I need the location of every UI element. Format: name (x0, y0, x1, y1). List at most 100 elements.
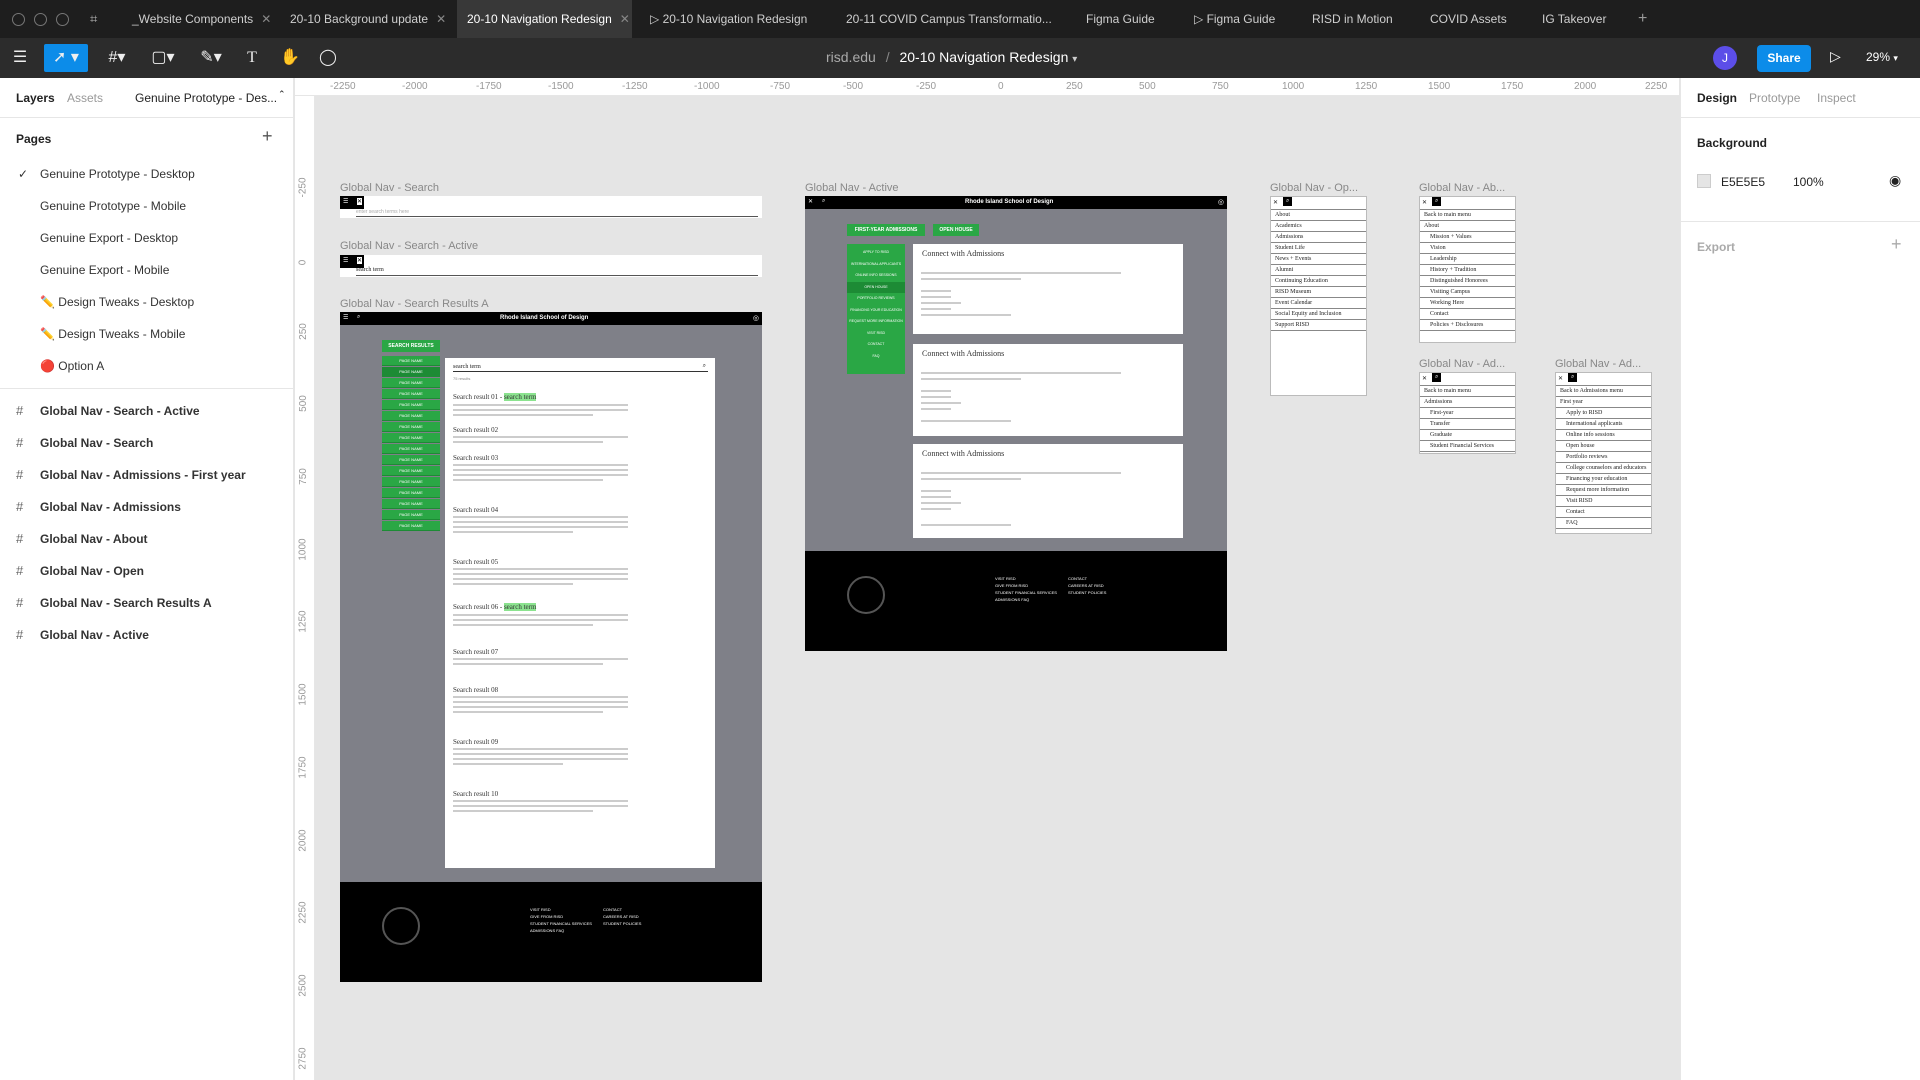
layer-label: Global Nav - Search (40, 436, 154, 450)
layer-frame[interactable]: # Global Nav - Open (0, 555, 293, 587)
tab-figma-guide-prototype[interactable]: ▷ Figma Guide (1184, 0, 1285, 38)
page-item[interactable]: ✏️ Design Tweaks - Desktop (0, 286, 293, 318)
frame-global-nav-search[interactable]: ☰ ✕ enter search terms here (340, 196, 762, 218)
background-hex-input[interactable]: E5E5E5 (1721, 175, 1765, 189)
canvas[interactable]: -2250 -2000 -1750 -1500 -1250 -1000 -750… (295, 78, 1679, 1080)
chevron-up-icon[interactable]: ⌃ (278, 89, 286, 100)
layers-list: # Global Nav - Search - Active # Global Na… (0, 395, 293, 651)
share-button[interactable]: Share (1757, 45, 1811, 72)
tab-assets[interactable]: Assets (67, 91, 103, 105)
ruler-tick: 0 (998, 81, 1004, 92)
nav-item: Open house (1556, 441, 1651, 452)
pen-tool-icon[interactable]: ✎▾ (194, 44, 228, 72)
tab-inspect[interactable]: Inspect (1817, 91, 1856, 105)
tab-layers[interactable]: Layers (16, 91, 55, 105)
layer-frame[interactable]: # Global Nav - Active (0, 619, 293, 651)
site-header-title: Rhode Island School of Design (500, 315, 589, 321)
tab-website-components[interactable]: _Website Components ✕ (122, 0, 281, 38)
background-color-swatch[interactable] (1697, 174, 1711, 188)
add-page-plus-icon[interactable]: + (262, 126, 273, 147)
file-title[interactable]: 20-10 Navigation Redesign (899, 49, 1068, 65)
add-export-plus-icon[interactable]: + (1891, 234, 1902, 255)
text-placeholder (453, 469, 628, 471)
avatar[interactable]: J (1713, 46, 1737, 70)
layer-frame[interactable]: # Global Nav - Search (0, 427, 293, 459)
tab-prototype[interactable]: Prototype (1749, 91, 1800, 105)
nav-item: Online info sessions (1556, 430, 1651, 441)
frame-label[interactable]: Global Nav - Ad... (1555, 358, 1641, 370)
background-opacity-input[interactable]: 100% (1793, 175, 1824, 189)
text-tool-icon[interactable]: T (240, 44, 264, 72)
frame-label[interactable]: Global Nav - Ad... (1419, 358, 1505, 370)
window-zoom-dot[interactable] (56, 13, 69, 26)
breadcrumb-separator: / (885, 49, 890, 65)
frame-global-nav-admissions[interactable]: ✕ ⌕ Back to main menu Admissions First-ye… (1419, 372, 1516, 454)
page-name-item: PAGE NAME (382, 444, 440, 454)
page-item[interactable]: Genuine Export - Desktop (0, 222, 293, 254)
tab-covid-campus[interactable]: 20-11 COVID Campus Transformatio... (836, 0, 1062, 38)
zoom-level[interactable]: 29% ▾ (1866, 50, 1898, 64)
layer-frame[interactable]: # Global Nav - Search - Active (0, 395, 293, 427)
window-close-dot[interactable] (12, 13, 25, 26)
frame-label[interactable]: Global Nav - Search Results A (340, 298, 489, 310)
frame-global-nav-admissions-first-year[interactable]: ✕ ⌕ Back to Admissions menu First year Ap… (1555, 372, 1652, 534)
ruler-tick: 1500 (297, 683, 309, 706)
main-menu-icon[interactable]: ☰ (8, 44, 32, 72)
tab-covid-assets[interactable]: COVID Assets (1420, 0, 1517, 38)
page-item[interactable]: 🔴 Option A (0, 350, 293, 382)
nav-item: RISD Museum (1271, 287, 1366, 298)
results-search-value: search term (453, 364, 481, 370)
frame-label[interactable]: Global Nav - Search (340, 182, 439, 194)
move-tool-icon[interactable]: ➚ ▾ (44, 44, 88, 72)
frame-global-nav-active[interactable]: ✕ ⌕ Rhode Island School of Design ◎ FIRS… (805, 196, 1227, 651)
tab-background-update[interactable]: 20-10 Background update ✕ (280, 0, 456, 38)
close-icon[interactable]: ✕ (261, 12, 271, 26)
ruler-tick: -1500 (548, 81, 574, 92)
layer-frame[interactable]: # Global Nav - Search Results A (0, 587, 293, 619)
tab-figma-guide[interactable]: Figma Guide (1076, 0, 1165, 38)
close-icon[interactable]: ✕ (620, 12, 630, 26)
footer-link: STUDENT FINANCIAL SERVICES (530, 921, 592, 926)
page-name-item: PAGE NAME (382, 356, 440, 366)
comment-tool-icon[interactable]: ◯ (316, 44, 340, 72)
eye-icon[interactable]: ◉ (1889, 172, 1901, 189)
page-selector[interactable]: Genuine Prototype - Des... (135, 91, 277, 105)
ruler-tick: 1000 (297, 538, 309, 561)
close-icon[interactable]: ✕ (436, 12, 446, 26)
frame-global-nav-about[interactable]: ✕ ⌕ Back to main menu About Mission + Val… (1419, 196, 1516, 343)
frame-label[interactable]: Global Nav - Op... (1270, 182, 1358, 194)
frame-global-nav-search-active[interactable]: ☰ ✕ search term (340, 255, 762, 277)
page-label: Genuine Prototype - Mobile (40, 199, 187, 213)
layer-frame[interactable]: # Global Nav - Admissions - First year (0, 459, 293, 491)
page-label: ✏️ Design Tweaks - Mobile (40, 327, 186, 341)
frame-tool-icon[interactable]: #▾ (100, 44, 134, 72)
page-item[interactable]: ✏️ Design Tweaks - Mobile (0, 318, 293, 350)
hand-tool-icon[interactable]: ✋ (278, 44, 302, 72)
frame-search-results-a[interactable]: ☰ ⌕ Rhode Island School of Design ◎ SEAR… (340, 312, 762, 982)
layer-frame[interactable]: # Global Nav - Admissions (0, 491, 293, 523)
tab-navigation-redesign-prototype[interactable]: ▷ 20-10 Navigation Redesign (640, 0, 817, 38)
tab-ig-takeover[interactable]: IG Takeover (1532, 0, 1616, 38)
tab-risd-in-motion[interactable]: RISD in Motion (1302, 0, 1403, 38)
shape-tool-icon[interactable]: ▢▾ (146, 44, 180, 72)
text-placeholder (453, 758, 628, 760)
layer-frame[interactable]: # Global Nav - About (0, 523, 293, 555)
present-play-icon[interactable]: ▷ (1830, 48, 1841, 65)
chevron-down-icon[interactable]: ▾ (1072, 54, 1077, 65)
text-placeholder (453, 696, 628, 698)
team-name[interactable]: risd.edu (826, 49, 876, 65)
tab-navigation-redesign-active[interactable]: 20-10 Navigation Redesign ✕ (457, 0, 632, 38)
frame-label[interactable]: Global Nav - Ab... (1419, 182, 1505, 194)
tab-design[interactable]: Design (1697, 91, 1737, 105)
page-name-item: PAGE NAME (382, 477, 440, 487)
window-minimize-dot[interactable] (34, 13, 47, 26)
page-item[interactable]: Genuine Export - Mobile (0, 254, 293, 286)
page-item[interactable]: ✓ Genuine Prototype - Desktop (0, 158, 293, 190)
frame-label[interactable]: Global Nav - Active (805, 182, 899, 194)
figma-home-icon[interactable]: ⌗ (90, 11, 97, 27)
new-tab-plus-icon[interactable]: + (1638, 10, 1647, 28)
page-item[interactable]: Genuine Prototype - Mobile (0, 190, 293, 222)
tab-label: Figma Guide (1206, 12, 1276, 26)
frame-global-nav-open[interactable]: ✕ ⌕ About Academics Admissions Student Li… (1270, 196, 1367, 396)
frame-label[interactable]: Global Nav - Search - Active (340, 240, 478, 252)
